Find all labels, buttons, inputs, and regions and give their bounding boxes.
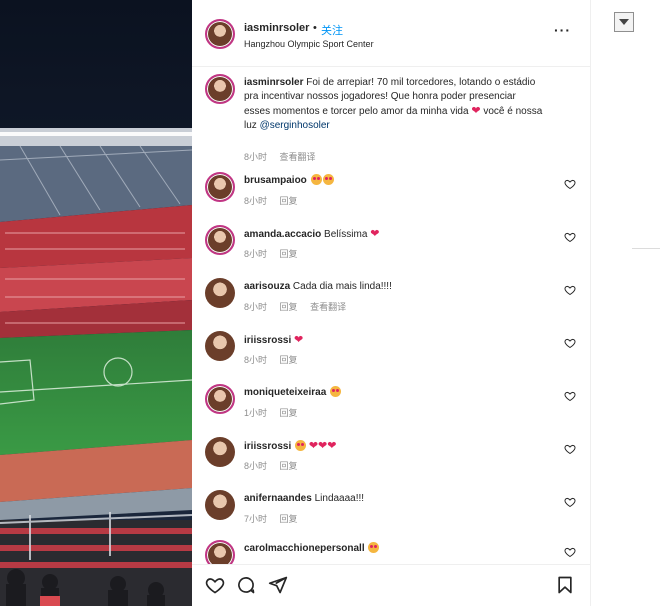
reply-button[interactable]: 回复 [280, 514, 298, 524]
heart-eyes-emoji-icon [368, 542, 380, 553]
comment-meta: 8小时 回复 [244, 459, 308, 472]
dropdown-toggle-button[interactable] [614, 12, 634, 32]
commenter-avatar[interactable] [205, 331, 235, 361]
red-heart-icon: ❤ [294, 334, 304, 346]
more-options-icon[interactable]: ··· [554, 23, 572, 40]
commenter-avatar[interactable] [205, 172, 235, 202]
timestamp: 8小时 [244, 196, 268, 206]
comment-text: moniqueteixeiraa [244, 386, 544, 400]
commenter-avatar[interactable] [205, 225, 235, 255]
see-translation-button[interactable]: 查看翻译 [280, 152, 316, 162]
paper-plane-icon[interactable] [268, 575, 288, 595]
red-heart-icon: ❤ [370, 228, 380, 240]
timestamp: 7小时 [244, 514, 268, 524]
mention-link[interactable]: @serginhosoler [260, 120, 330, 131]
comment-text: carolmacchionepersonall [244, 542, 544, 556]
author-avatar[interactable] [205, 74, 235, 104]
comment-username[interactable]: carolmacchionepersonall [244, 543, 365, 554]
timestamp: 8小时 [244, 302, 268, 312]
comment-text: brusampaioo [244, 174, 544, 188]
comment-meta: 1小时 回复 [244, 406, 308, 419]
like-comment-icon[interactable] [564, 337, 576, 349]
reply-button[interactable]: 回复 [280, 196, 298, 206]
reply-button[interactable]: 回复 [280, 249, 298, 259]
reply-button[interactable]: 回复 [280, 408, 298, 418]
author-avatar[interactable] [205, 19, 235, 49]
heart-eyes-emoji-icon [295, 440, 307, 451]
reply-button[interactable]: 回复 [280, 302, 298, 312]
comment-meta: 8小时 回复 [244, 247, 308, 260]
caption-meta: 8小时 查看翻译 [244, 150, 326, 163]
comment-username[interactable]: iriissrossi [244, 335, 291, 346]
red-heart-icon: ❤❤❤ [308, 440, 337, 452]
timestamp: 8小时 [244, 249, 268, 259]
caption-username[interactable]: iasminrsoler [244, 77, 303, 88]
like-comment-icon[interactable] [564, 231, 576, 243]
timestamp: 8小时 [244, 355, 268, 365]
post-header: iasminrsoler • 关注 Hangzhou Olympic Sport… [192, 0, 590, 67]
comment-username[interactable]: anifernaandes [244, 493, 312, 504]
like-comment-icon[interactable] [564, 390, 576, 402]
comment-text: iriissrossi ❤❤❤ [244, 439, 544, 454]
comment-username[interactable]: iriissrossi [244, 441, 291, 452]
comment-username[interactable]: aarisouza [244, 281, 290, 292]
commenter-avatar[interactable] [205, 278, 235, 308]
commenter-avatar[interactable] [205, 384, 235, 414]
see-translation-button[interactable]: 查看翻译 [310, 302, 346, 312]
stadium-image [0, 0, 192, 606]
location-link[interactable]: Hangzhou Olympic Sport Center [244, 39, 374, 49]
like-comment-icon[interactable] [564, 496, 576, 508]
comment-body: Cada dia mais linda!!!! [292, 281, 392, 292]
post-panel: iasminrsoler • 关注 Hangzhou Olympic Sport… [192, 0, 591, 607]
reply-button[interactable]: 回复 [280, 461, 298, 471]
comment-text: iriissrossi ❤ [244, 333, 544, 348]
caption-text: iasminrsoler Foi de arrepiar! 70 mil tor… [244, 76, 544, 133]
comment-meta: 8小时 回复 查看翻译 [244, 300, 356, 313]
comment-meta: 8小时 回复 [244, 353, 308, 366]
bookmark-icon[interactable] [555, 575, 575, 595]
comment-body: Belíssima [324, 229, 368, 240]
comments-list[interactable]: iasminrsoler Foi de arrepiar! 70 mil tor… [192, 66, 590, 564]
comment-meta: 8小时 回复 [244, 194, 308, 207]
timestamp: 8小时 [244, 461, 268, 471]
heart-eyes-emoji-icon [310, 174, 322, 185]
timestamp: 8小时 [244, 152, 268, 162]
comment-body: Lindaaaa!!! [314, 493, 365, 504]
post-actions-bar [192, 564, 590, 607]
like-comment-icon[interactable] [564, 546, 576, 558]
comment-bubble-icon[interactable] [236, 575, 256, 595]
reply-button[interactable]: 回复 [280, 355, 298, 365]
timestamp: 1小时 [244, 408, 268, 418]
like-comment-icon[interactable] [564, 443, 576, 455]
heart-outline-icon[interactable] [205, 575, 225, 595]
commenter-avatar[interactable] [205, 437, 235, 467]
comment-text: amanda.accacio Belíssima ❤ [244, 227, 544, 242]
commenter-avatar[interactable] [205, 540, 235, 564]
like-comment-icon[interactable] [564, 178, 576, 190]
commenter-avatar[interactable] [205, 490, 235, 520]
like-comment-icon[interactable] [564, 284, 576, 296]
post-photo [0, 0, 192, 606]
comment-username[interactable]: brusampaioo [244, 175, 307, 186]
follow-button[interactable]: 关注 [321, 22, 343, 38]
red-heart-icon: ❤ [471, 105, 481, 117]
heart-eyes-emoji-icon [330, 386, 342, 397]
comment-username[interactable]: moniqueteixeiraa [244, 387, 326, 398]
divider [632, 248, 660, 249]
heart-eyes-emoji-icon [322, 174, 334, 185]
comment-username[interactable]: amanda.accacio [244, 229, 321, 240]
comment-meta: 7小时 回复 [244, 512, 308, 525]
author-username[interactable]: iasminrsoler [244, 22, 309, 34]
separator-dot: • [313, 22, 317, 34]
comment-text: aarisouza Cada dia mais linda!!!! [244, 280, 544, 294]
comment-text: anifernaandes Lindaaaa!!! [244, 492, 544, 506]
